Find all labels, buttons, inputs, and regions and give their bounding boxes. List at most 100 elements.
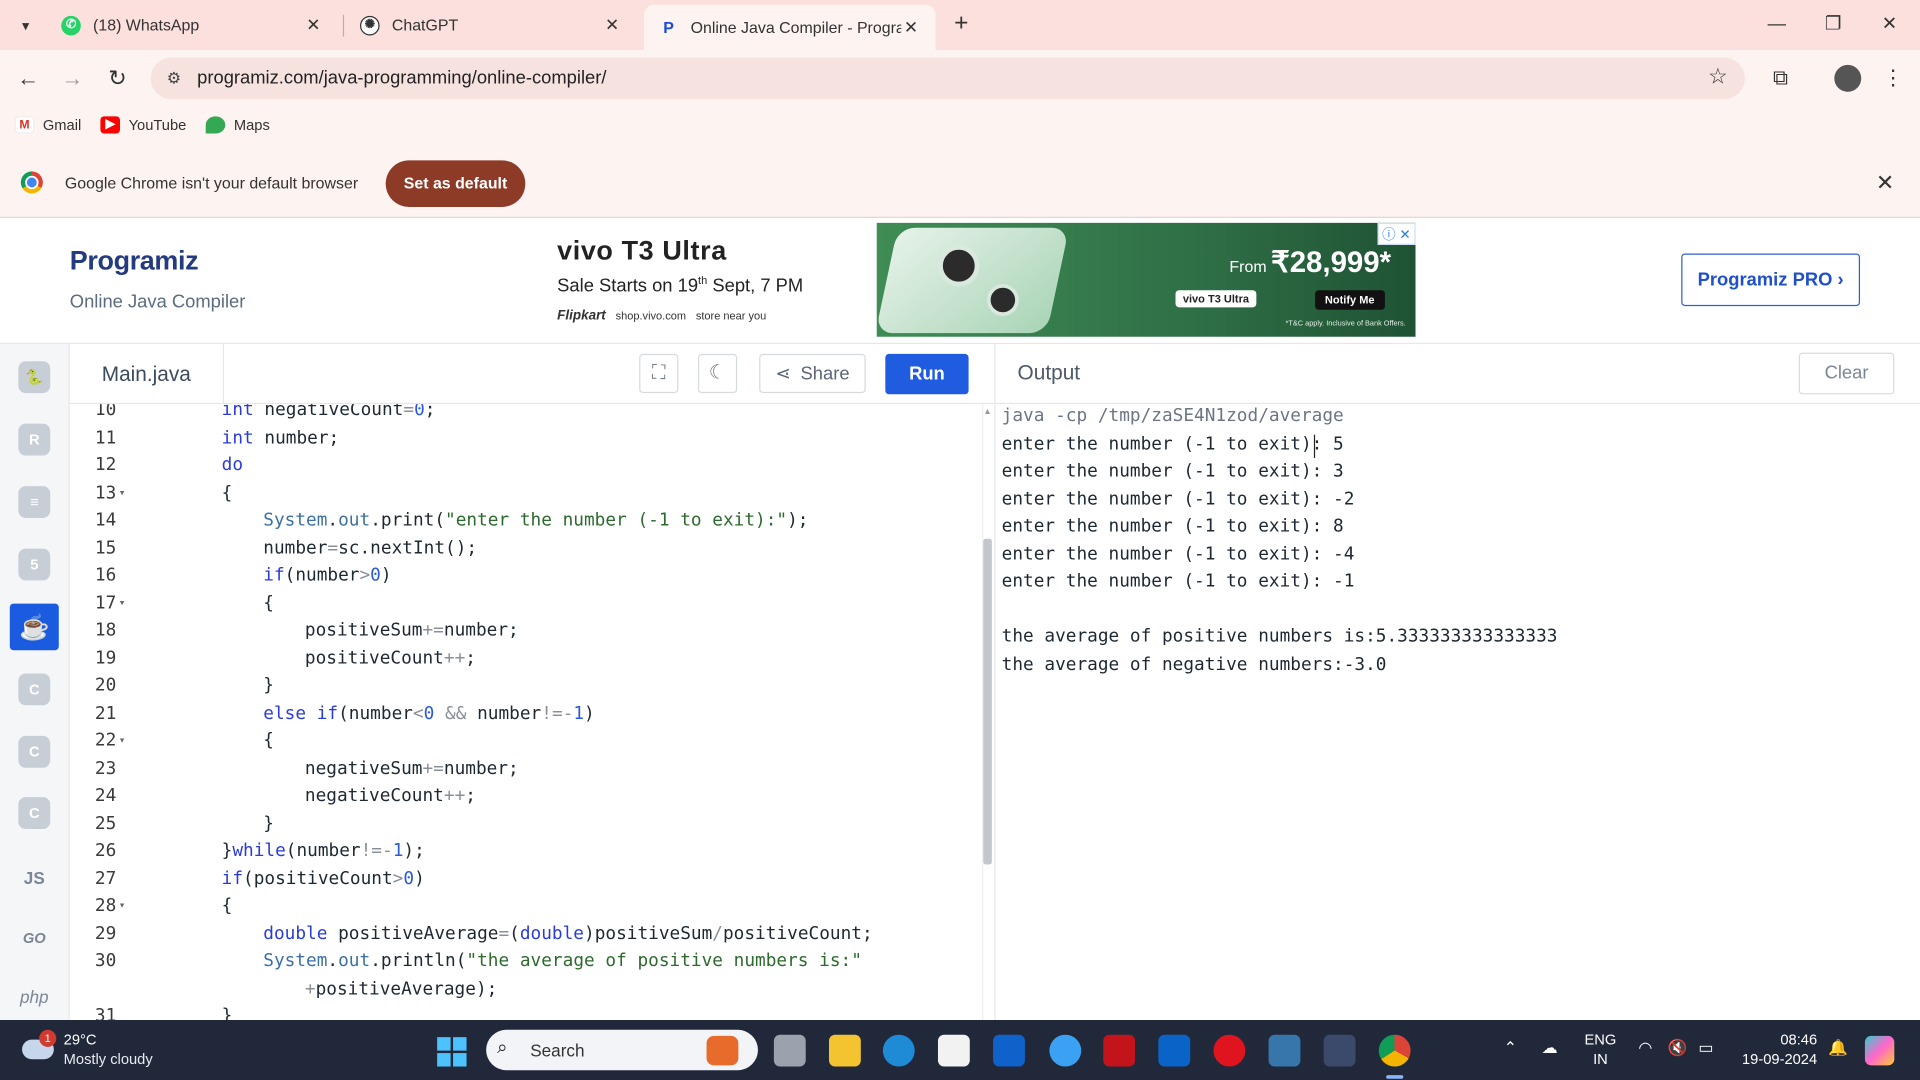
windows-start-icon[interactable] xyxy=(437,1037,467,1067)
code-line[interactable]: 19 positiveCount++; xyxy=(70,645,982,673)
file-tab-main-java[interactable]: Main.java xyxy=(70,344,225,405)
editor-scroll-thumb[interactable] xyxy=(983,538,992,865)
language-indicator[interactable]: ENG IN xyxy=(1585,1030,1617,1069)
url-text[interactable]: programiz.com/java-programming/online-co… xyxy=(197,67,606,88)
fold-arrow-icon[interactable]: ▾ xyxy=(119,727,126,755)
code-line[interactable]: 16 if(number>0) xyxy=(70,562,982,590)
profile-avatar[interactable] xyxy=(1834,64,1862,92)
code-line[interactable]: 15 number=sc.nextInt(); xyxy=(70,534,982,562)
html-icon[interactable]: 5 xyxy=(10,541,59,588)
bookmark-star-icon[interactable]: ☆ xyxy=(1708,64,1728,90)
extensions-icon[interactable]: ⧉ xyxy=(1765,62,1797,94)
code-line[interactable]: 23 negativeSum+=number; xyxy=(70,755,982,783)
code-line[interactable]: 25} xyxy=(70,810,982,838)
c-icon[interactable]: C xyxy=(10,666,59,713)
store-icon[interactable] xyxy=(937,1034,970,1067)
programiz-pro-button[interactable]: Programiz PRO › xyxy=(1681,253,1861,307)
code-line[interactable]: 31} xyxy=(70,1003,982,1020)
tab-search-chevron-icon[interactable]: ▾ xyxy=(10,10,42,42)
close-tab-icon[interactable]: ✕ xyxy=(602,15,622,36)
bookmark-youtube[interactable]: ▶ YouTube xyxy=(100,116,186,134)
mcafee-icon[interactable] xyxy=(1103,1034,1136,1067)
bookmark-gmail[interactable]: M Gmail xyxy=(14,116,81,134)
close-tab-icon[interactable]: ✕ xyxy=(304,15,324,36)
bookmark-maps[interactable]: Maps xyxy=(205,116,270,134)
programiz-logo[interactable]: Programiz xyxy=(70,245,199,277)
code-line[interactable]: 17 ▾ { xyxy=(70,590,982,618)
hp-app-icon[interactable] xyxy=(993,1034,1025,1067)
notification-bell-icon[interactable]: 🔔 xyxy=(1828,1038,1848,1058)
taskbar-search[interactable]: ⌕ Search xyxy=(486,1029,758,1071)
cpp-icon[interactable]: C xyxy=(10,729,59,776)
run-button[interactable]: Run xyxy=(885,353,969,395)
volume-mute-icon[interactable]: 🔇 xyxy=(1668,1038,1688,1058)
opera-icon[interactable] xyxy=(1213,1034,1246,1067)
code-line[interactable]: 14 System.out.print("enter the number (-1… xyxy=(70,507,982,535)
clock[interactable]: 08:46 19-09-2024 xyxy=(1736,1030,1817,1069)
ad-choices-icon[interactable]: ⓘ ✕ xyxy=(1377,222,1416,245)
sql-icon[interactable]: ≡ xyxy=(10,479,59,526)
outlook-icon[interactable] xyxy=(1158,1034,1191,1067)
window-close-icon[interactable]: ✕ xyxy=(1861,10,1917,39)
address-bar[interactable]: ⚙ programiz.com/java-programming/online-… xyxy=(150,57,1745,100)
chrome-taskbar-icon[interactable] xyxy=(1378,1034,1411,1079)
help-icon[interactable] xyxy=(1049,1034,1082,1067)
code-line[interactable]: 24 negativeCount++; xyxy=(70,782,982,810)
code-line[interactable]: 30 System.out.println("the average of pos… xyxy=(70,948,982,976)
r-icon[interactable]: R xyxy=(10,416,59,463)
new-tab-icon[interactable]: + xyxy=(948,10,975,39)
devcpp-icon[interactable] xyxy=(1323,1034,1356,1067)
site-info-icon[interactable]: ⚙ xyxy=(163,67,185,89)
go-icon[interactable]: GO xyxy=(10,915,59,962)
javascript-icon[interactable]: JS xyxy=(10,855,59,902)
code-line[interactable]: 27 if(positiveCount>0) xyxy=(70,865,982,893)
code-line[interactable]: 29 double positiveAverage=(double)positiv… xyxy=(70,920,982,948)
fold-arrow-icon[interactable]: ▾ xyxy=(119,590,126,618)
fullscreen-icon[interactable]: ⛶ xyxy=(639,353,679,394)
wifi-icon[interactable]: ◠ xyxy=(1638,1038,1652,1058)
forward-icon[interactable]: → xyxy=(56,62,88,94)
restore-icon[interactable]: ❐ xyxy=(1805,10,1861,39)
share-button[interactable]: ⋖ Share xyxy=(759,353,866,394)
edge-icon[interactable] xyxy=(882,1034,915,1067)
task-view-icon[interactable] xyxy=(773,1034,806,1067)
tray-chevron-icon[interactable]: ⌃ xyxy=(1504,1038,1517,1058)
code-line[interactable]: 18 positiveSum+=number; xyxy=(70,617,982,645)
python-icon[interactable]: 🐍 xyxy=(10,354,59,401)
python-app-icon[interactable] xyxy=(1268,1034,1301,1067)
code-line[interactable]: 22 ▾ { xyxy=(70,727,982,755)
code-line[interactable]: 28 ▾ { xyxy=(70,893,982,921)
code-line[interactable]: 21 else if(number<0 && number!=-1) xyxy=(70,700,982,728)
ad-notify-button[interactable]: Notify Me xyxy=(1315,290,1385,310)
file-explorer-icon[interactable] xyxy=(828,1034,861,1067)
tab-whatsapp[interactable]: ✆ (18) WhatsApp ✕ xyxy=(47,5,338,45)
dark-mode-icon[interactable]: ☾ xyxy=(697,353,738,394)
code-line[interactable]: 26}while(number!=-1); xyxy=(70,838,982,866)
clear-button[interactable]: Clear xyxy=(1798,352,1895,395)
output-console[interactable]: java -cp /tmp/zaSE4N1zod/average enter th… xyxy=(994,404,1920,1021)
reload-icon[interactable]: ↻ xyxy=(102,62,134,94)
php-icon[interactable]: php xyxy=(10,973,59,1020)
close-tab-icon[interactable]: ✕ xyxy=(901,17,921,38)
back-icon[interactable]: ← xyxy=(12,62,44,94)
code-line[interactable]: +positiveAverage); xyxy=(70,975,982,1003)
csharp-icon[interactable]: C xyxy=(10,790,59,837)
code-line[interactable]: 12 do xyxy=(70,452,982,480)
infobar-close-icon[interactable]: ✕ xyxy=(1876,170,1894,196)
fold-arrow-icon[interactable]: ▾ xyxy=(119,479,126,507)
copilot-icon[interactable] xyxy=(1864,1035,1895,1066)
set-as-default-button[interactable]: Set as default xyxy=(385,160,526,207)
scroll-up-arrow-icon[interactable]: ▲ xyxy=(983,408,991,417)
code-line[interactable]: 10 int negativeCount=0; xyxy=(70,404,982,424)
fold-arrow-icon[interactable]: ▾ xyxy=(119,893,126,921)
tab-programiz[interactable]: P Online Java Compiler - Program ✕ xyxy=(644,4,936,51)
battery-icon[interactable]: ▭ xyxy=(1698,1038,1713,1058)
java-icon[interactable]: ☕ xyxy=(9,603,59,651)
weather-widget[interactable]: 1 xyxy=(22,1029,57,1060)
menu-dots-icon[interactable]: ⋮ xyxy=(1877,62,1909,94)
minimize-icon[interactable]: — xyxy=(1749,10,1805,39)
code-line[interactable]: 13 ▾ { xyxy=(70,479,982,507)
onedrive-icon[interactable]: ☁ xyxy=(1542,1038,1558,1058)
advertisement[interactable]: vivo T3 Ultra Sale Starts on 19th Sept, … xyxy=(546,222,1416,337)
tab-chatgpt[interactable]: ✺ ChatGPT ✕ xyxy=(345,5,636,45)
